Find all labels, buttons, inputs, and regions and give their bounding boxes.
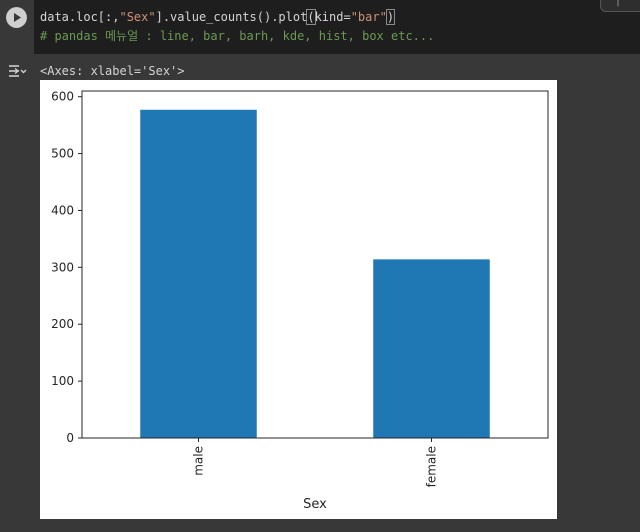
y-tick-label: 400 (51, 203, 74, 217)
x-ticks-group: male female (192, 438, 439, 487)
bars-group (140, 109, 490, 439)
play-icon (6, 7, 27, 28)
y-tick-label: 300 (51, 260, 74, 274)
bar-female (373, 259, 490, 438)
bar-chart: 0 100 200 300 400 500 600 male female Sex (40, 80, 557, 519)
x-tick-label-male: male (192, 446, 206, 476)
y-tick-label: 500 (51, 147, 74, 161)
run-cell-button[interactable] (6, 7, 27, 28)
code-cell[interactable]: data.loc[:,"Sex"].value_counts().plot(ki… (0, 0, 640, 54)
output-toggle-icon[interactable] (7, 63, 27, 79)
cell-gutter (0, 0, 34, 54)
y-tick-label: 0 (66, 431, 74, 445)
code-editor[interactable]: data.loc[:,"Sex"].value_counts().plot(ki… (34, 0, 640, 54)
chart-svg: 0 100 200 300 400 500 600 male female Sex (51, 90, 549, 512)
y-ticks-group: 0 100 200 300 400 500 600 (51, 90, 82, 445)
cell-toolbar-mark: | (615, 0, 622, 7)
y-tick-label: 100 (51, 374, 74, 388)
x-tick-label-female: female (425, 446, 439, 487)
x-axis-label: Sex (303, 497, 327, 512)
y-tick-label: 200 (51, 317, 74, 331)
cell-toolbar-tab[interactable]: | (600, 0, 640, 12)
code-line-1: data.loc[:,"Sex"].value_counts().plot(ki… (40, 9, 396, 25)
bar-male (140, 109, 257, 439)
axes-repr-text: <Axes: xlabel='Sex'> (40, 64, 185, 78)
y-tick-label: 600 (51, 90, 74, 104)
code-comment-line: # pandas 메뉴얼 : line, bar, barh, kde, his… (40, 29, 435, 43)
